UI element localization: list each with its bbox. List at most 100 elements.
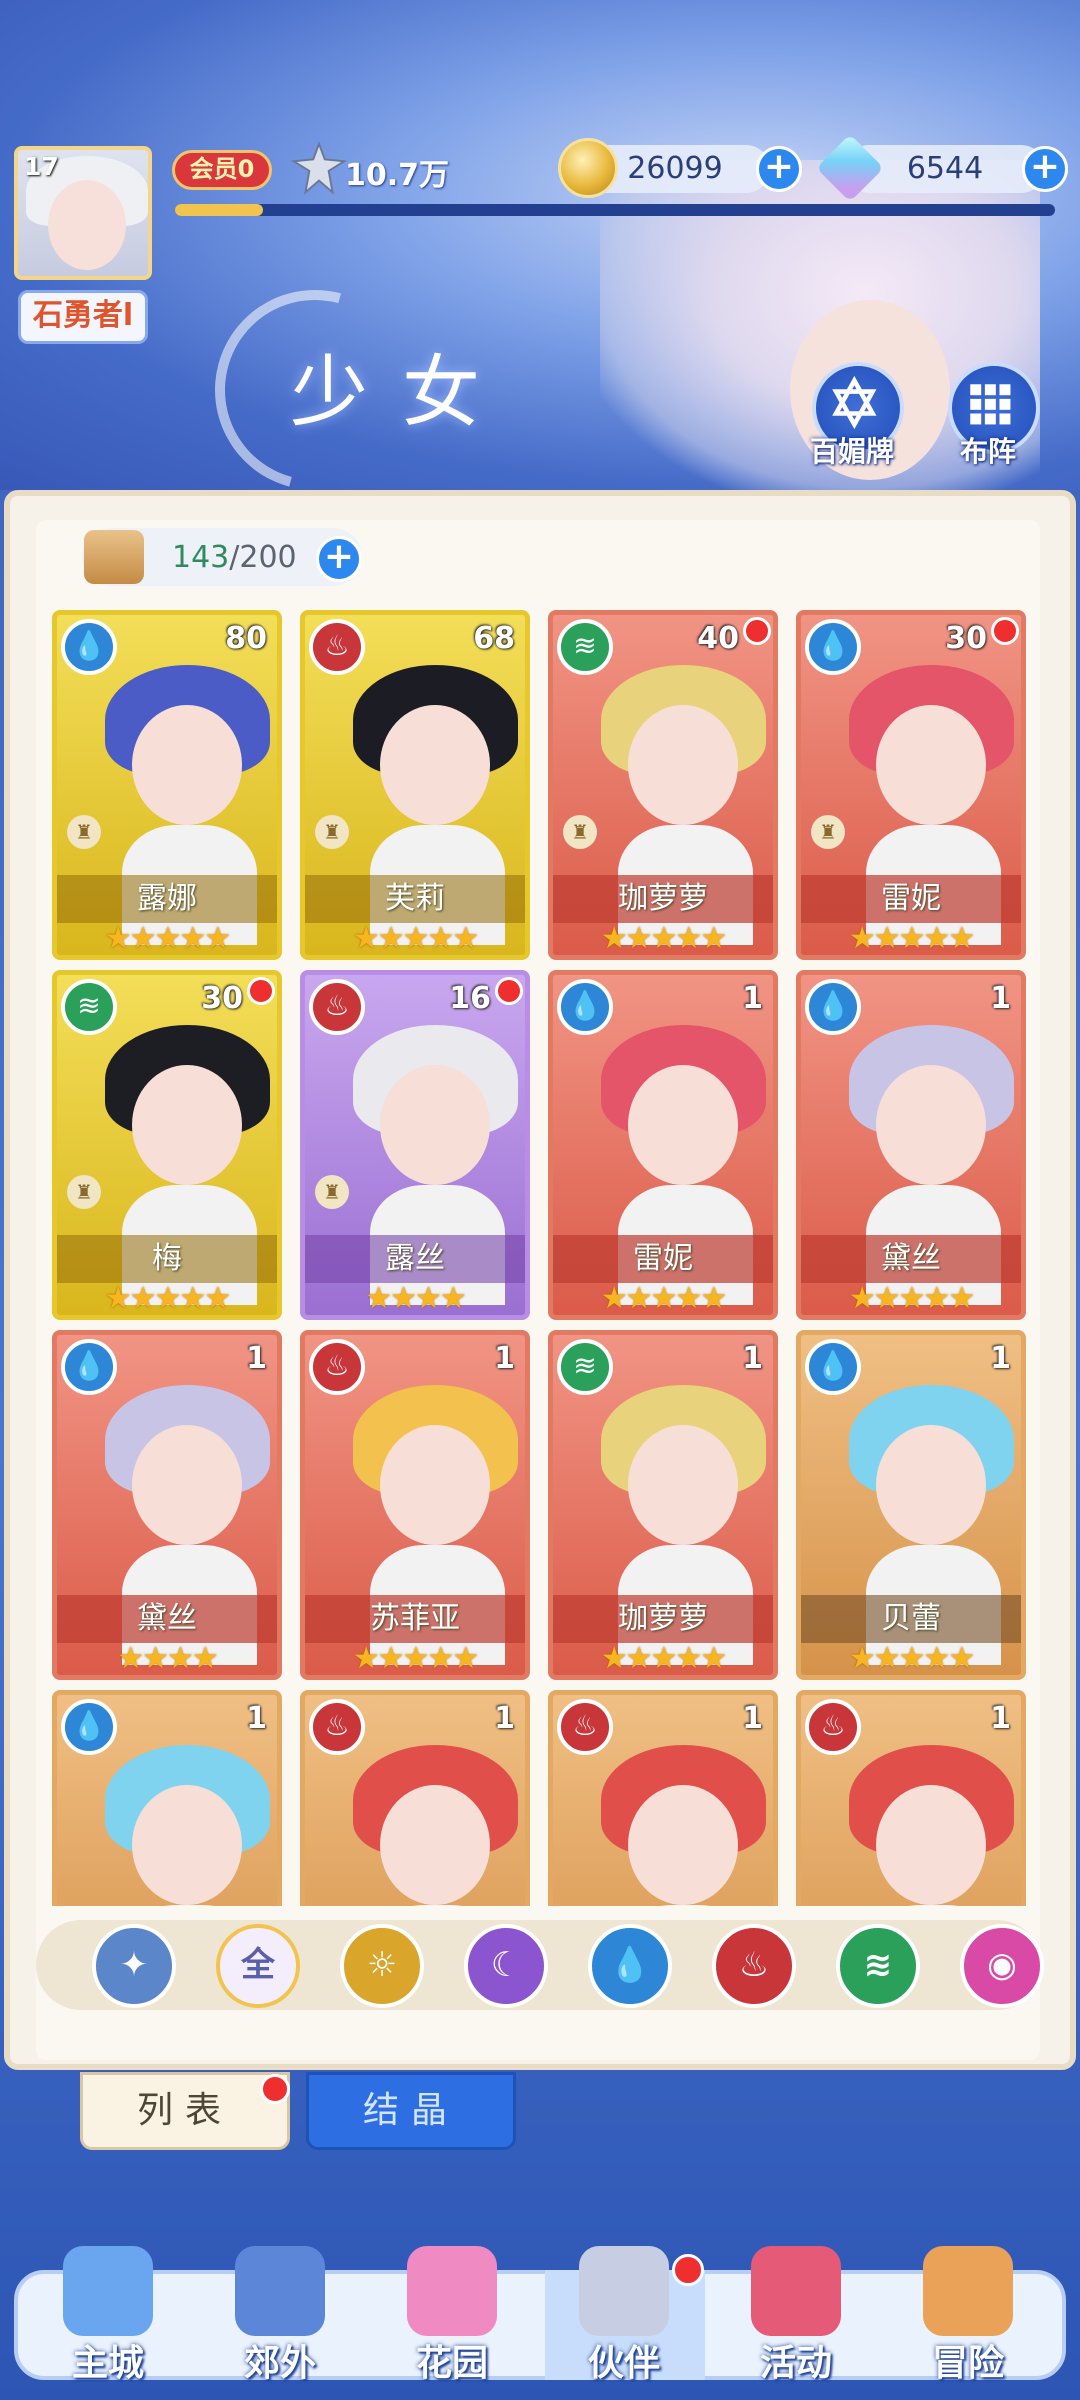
water-element-icon: 💧 [61, 1699, 117, 1755]
heart-icon [407, 2246, 497, 2336]
partner-card[interactable]: ≋ 30 ♜ 梅 ★★★★★ [52, 970, 282, 1320]
experience-bar [175, 204, 1055, 216]
partner-name: 露丝 [305, 1235, 525, 1283]
nav-item[interactable]: 花园 [374, 2246, 530, 2386]
partner-card[interactable]: 💧 1 雷妮 ★★★★★ [548, 970, 778, 1320]
partner-portrait [821, 1005, 1014, 1305]
castle-icon [63, 2246, 153, 2336]
portrait-face [380, 1425, 490, 1545]
partner-card[interactable]: ♨ 68 ♜ 芙莉 ★★★★★ [300, 610, 530, 960]
nav-label: 伙伴 [587, 2343, 660, 2384]
partner-portrait [77, 1365, 270, 1665]
water-element-icon[interactable]: 💧 [588, 1924, 672, 2008]
notification-dot [991, 617, 1019, 645]
partner-card-grid: 💧 80 ♜ 露娜 ★★★★★ ♨ 68 ♜ 芙莉 ★★★★★ ≋ 40 ♜ 珈萝萝 ★★★★★ 💧 30 ♜ 雷妮… [52, 610, 1028, 1906]
partner-portrait [77, 1005, 270, 1305]
bag-icon [84, 530, 144, 584]
water-element-icon: 💧 [557, 979, 613, 1035]
partner-card[interactable]: ≋ 1 珈萝萝 ★★★★★ [548, 1330, 778, 1680]
partner-level: 1 [990, 1341, 1011, 1376]
partner-level: 1 [990, 981, 1011, 1016]
fire-element-icon: ♨ [805, 1699, 861, 1755]
nav-item[interactable]: 冒险 [890, 2246, 1046, 2386]
inventory-capacity-max: /200 [229, 540, 297, 575]
partner-level: 68 [473, 621, 515, 656]
portrait-face [876, 705, 986, 825]
fire-element-icon: ♨ [557, 1699, 613, 1755]
partner-card[interactable]: ♨ 16 ♜ 露丝 ★★★★ [300, 970, 530, 1320]
combat-power-icon [290, 141, 348, 195]
partner-name: 贝蕾 [801, 1595, 1021, 1643]
partner-name: 黛丝 [57, 1595, 277, 1643]
nav-label: 活动 [759, 2343, 832, 2384]
partner-card[interactable]: 💧 1 [52, 1690, 282, 1906]
formation-label: 布阵 [960, 435, 1017, 468]
partner-card[interactable]: 💧 1 黛丝 ★★★★ [52, 1330, 282, 1680]
nav-item[interactable]: 主城 [30, 2246, 186, 2386]
player-avatar[interactable]: 17 [14, 146, 152, 280]
partner-card[interactable]: 💧 30 ♜ 雷妮 ★★★★★ [796, 610, 1026, 960]
light-element-icon[interactable]: ☼ [340, 1924, 424, 2008]
portrait-body [370, 1905, 505, 1906]
partner-card[interactable]: ♨ 1 苏菲亚 ★★★★★ [300, 1330, 530, 1680]
compass-icon [923, 2246, 1013, 2336]
star-rating: ★★★★★ [600, 921, 727, 956]
dark-element-icon[interactable]: ☾ [464, 1924, 548, 2008]
star-rating: ★★★★★ [848, 1641, 975, 1676]
partner-card[interactable]: 💧 1 贝蕾 ★★★★★ [796, 1330, 1026, 1680]
nav-item[interactable]: 郊外 [202, 2246, 358, 2386]
rank-badge-icon: ♜ [67, 1175, 101, 1209]
portrait-face [132, 1425, 242, 1545]
sort-icon[interactable]: ✦ [92, 1924, 176, 2008]
partner-name: 雷妮 [553, 1235, 773, 1283]
rank-badge-icon: ♜ [315, 815, 349, 849]
combat-power-value: 10.7万 [345, 158, 450, 193]
portrait-face [876, 1065, 986, 1185]
fire-element-icon[interactable]: ♨ [712, 1924, 796, 2008]
player-name[interactable]: 石勇者l [18, 290, 148, 344]
partner-card[interactable]: ≋ 40 ♜ 珈萝萝 ★★★★★ [548, 610, 778, 960]
wind-element-icon: ≋ [557, 1339, 613, 1395]
partner-card[interactable]: ♨ 1 [300, 1690, 530, 1906]
star-rating: ★★★★ [365, 1281, 467, 1316]
magic-element-icon[interactable]: ◉ [960, 1924, 1044, 2008]
partner-level: 1 [990, 1701, 1011, 1736]
wind-element-icon: ≋ [557, 619, 613, 675]
partner-portrait [77, 1725, 270, 1906]
wind-element-icon[interactable]: ≋ [836, 1924, 920, 2008]
tab-crystal[interactable]: 结晶 [306, 2072, 516, 2150]
all-filter-icon[interactable]: 全 [216, 1924, 300, 2008]
star-rating: ★★★★★ [104, 921, 231, 956]
partner-portrait [821, 1365, 1014, 1665]
fire-element-icon: ♨ [309, 1699, 365, 1755]
partner-portrait [573, 1725, 766, 1906]
rank-badge-icon: ♜ [67, 815, 101, 849]
portrait-face [628, 705, 738, 825]
star-rating: ★★★★★ [848, 1281, 975, 1316]
partner-portrait [821, 645, 1014, 945]
partner-name: 珈萝萝 [553, 875, 773, 923]
partner-level: 40 [697, 621, 739, 656]
partner-card[interactable]: 💧 80 ♜ 露娜 ★★★★★ [52, 610, 282, 960]
notification-dot [495, 977, 523, 1005]
notification-dot [743, 617, 771, 645]
partner-portrait [573, 645, 766, 945]
portrait-face [628, 1065, 738, 1185]
tab-list[interactable]: 列表 [80, 2072, 290, 2150]
rank-badge-icon: ♜ [563, 815, 597, 849]
partner-name: 雷妮 [801, 875, 1021, 923]
partner-card[interactable]: ♨ 1 [548, 1690, 778, 1906]
add-coins-button[interactable]: + [756, 146, 802, 192]
star-rating: ★★★★★ [104, 1281, 231, 1316]
partner-card[interactable]: ♨ 1 [796, 1690, 1026, 1906]
expand-inventory-button[interactable]: + [316, 536, 362, 582]
vip-badge[interactable]: 会员0 [172, 150, 272, 190]
partner-level: 80 [225, 621, 267, 656]
add-gems-button[interactable]: + [1022, 146, 1068, 192]
partner-name: 苏菲亚 [305, 1595, 525, 1643]
partner-portrait [573, 1005, 766, 1305]
nav-item[interactable]: 活动 [718, 2246, 874, 2386]
fire-element-icon: ♨ [309, 1339, 365, 1395]
inventory-text: 143/200 [172, 540, 297, 575]
partner-card[interactable]: 💧 1 黛丝 ★★★★★ [796, 970, 1026, 1320]
